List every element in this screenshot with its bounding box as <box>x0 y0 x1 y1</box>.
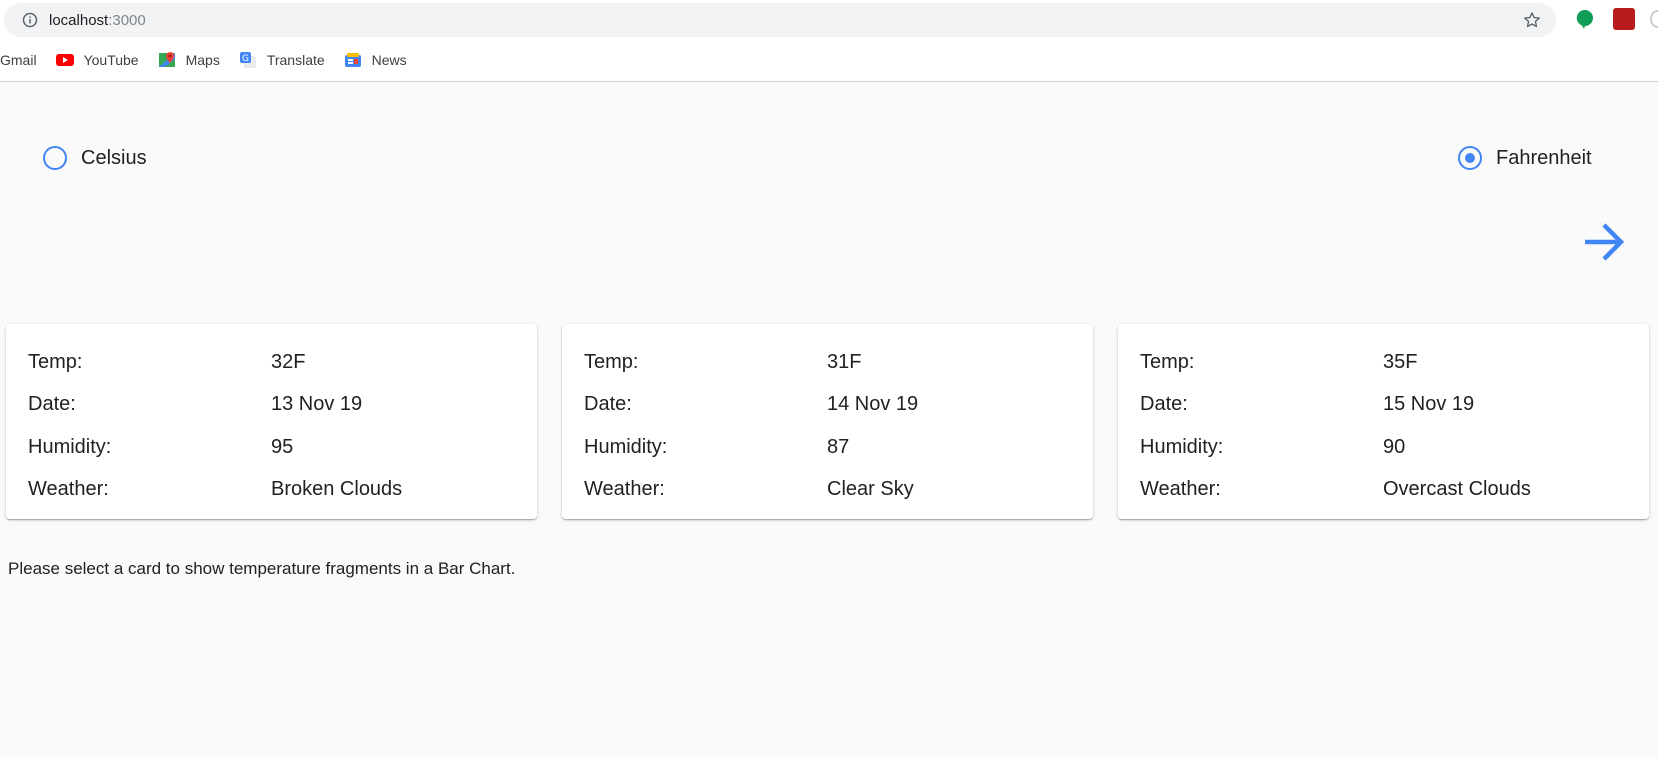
date-label: Date: <box>28 393 76 415</box>
weather-value: Clear Sky <box>827 478 914 500</box>
weather-label: Weather: <box>28 478 109 500</box>
bookmark-translate[interactable]: G Translate <box>239 51 325 69</box>
url-port: :3000 <box>108 12 146 29</box>
url-host: localhost <box>49 12 109 29</box>
temp-label: Temp: <box>1140 351 1195 373</box>
chart-hint-text: Please select a card to show temperature… <box>8 559 516 578</box>
extension-partial-icon[interactable] <box>1650 10 1658 28</box>
date-value: 14 Nov 19 <box>827 393 919 415</box>
bookmark-star-icon[interactable] <box>1522 10 1542 30</box>
humidity-label: Humidity: <box>1140 436 1224 458</box>
humidity-label: Humidity: <box>584 436 668 458</box>
weather-value: Broken Clouds <box>271 478 403 500</box>
info-icon[interactable] <box>22 12 38 28</box>
bookmark-youtube[interactable]: YouTube <box>55 51 139 69</box>
maps-icon <box>158 52 175 67</box>
date-value: 15 Nov 19 <box>1383 393 1475 415</box>
fahrenheit-radio[interactable]: Fahrenheit <box>1458 146 1592 170</box>
fahrenheit-label: Fahrenheit <box>1496 147 1592 169</box>
bookmark-gmail[interactable]: Gmail <box>0 52 37 68</box>
celsius-label: Celsius <box>81 147 147 169</box>
arrow-right-icon[interactable] <box>1582 220 1626 264</box>
extension-green-icon[interactable] <box>1574 8 1596 30</box>
bookmark-label: Translate <box>266 52 325 68</box>
temp-label: Temp: <box>28 351 83 373</box>
humidity-value: 87 <box>827 436 850 458</box>
weather-label: Weather: <box>1140 478 1221 500</box>
humidity-label: Humidity: <box>28 436 112 458</box>
translate-icon: G <box>239 52 256 68</box>
weather-card[interactable]: Temp: 31F Date: 14 Nov 19 Humidity: 87 Weat… <box>562 324 1093 519</box>
temp-value: 35F <box>1383 351 1418 373</box>
temp-value: 31F <box>827 351 862 373</box>
bookmark-label: YouTube <box>83 52 139 68</box>
weather-label: Weather: <box>584 478 665 500</box>
temp-label: Temp: <box>584 351 639 373</box>
date-label: Date: <box>584 393 632 415</box>
news-icon <box>344 53 361 67</box>
bookmark-label: Maps <box>185 52 220 68</box>
bookmark-maps[interactable]: Maps <box>158 51 220 69</box>
weather-card[interactable]: Temp: 32F Date: 13 Nov 19 Humidity: 95 Weat… <box>6 324 537 519</box>
radio-checked-icon[interactable] <box>1458 146 1482 170</box>
weather-value: Overcast Clouds <box>1383 478 1531 500</box>
bookmark-label: Gmail <box>0 52 37 68</box>
svg-text:G: G <box>242 54 249 64</box>
youtube-icon <box>55 54 74 66</box>
bookmark-label: News <box>371 52 407 68</box>
url-text[interactable]: localhost:3000 <box>49 12 146 30</box>
date-value: 13 Nov 19 <box>271 393 363 415</box>
date-label: Date: <box>1140 393 1188 415</box>
bookmark-news[interactable]: News <box>344 51 407 69</box>
unit-selector: Celsius Fahrenheit <box>0 140 1658 180</box>
humidity-value: 95 <box>271 436 294 458</box>
extension-red-icon[interactable] <box>1613 8 1635 30</box>
celsius-radio[interactable]: Celsius <box>43 146 147 170</box>
weather-cards: Temp: 32F Date: 13 Nov 19 Humidity: 95 Weat… <box>6 324 1652 519</box>
bookmarks-bar: Gmail YouTube Maps G Translate News <box>0 48 426 72</box>
browser-chrome: localhost:3000 Gmail YouTube Maps G Tran… <box>0 0 1658 82</box>
address-bar[interactable]: localhost:3000 <box>4 3 1556 37</box>
temp-value: 32F <box>271 351 306 373</box>
weather-card[interactable]: Temp: 35F Date: 15 Nov 19 Humidity: 90 Weat… <box>1118 324 1649 519</box>
radio-unchecked-icon[interactable] <box>43 146 67 170</box>
humidity-value: 90 <box>1383 436 1406 458</box>
